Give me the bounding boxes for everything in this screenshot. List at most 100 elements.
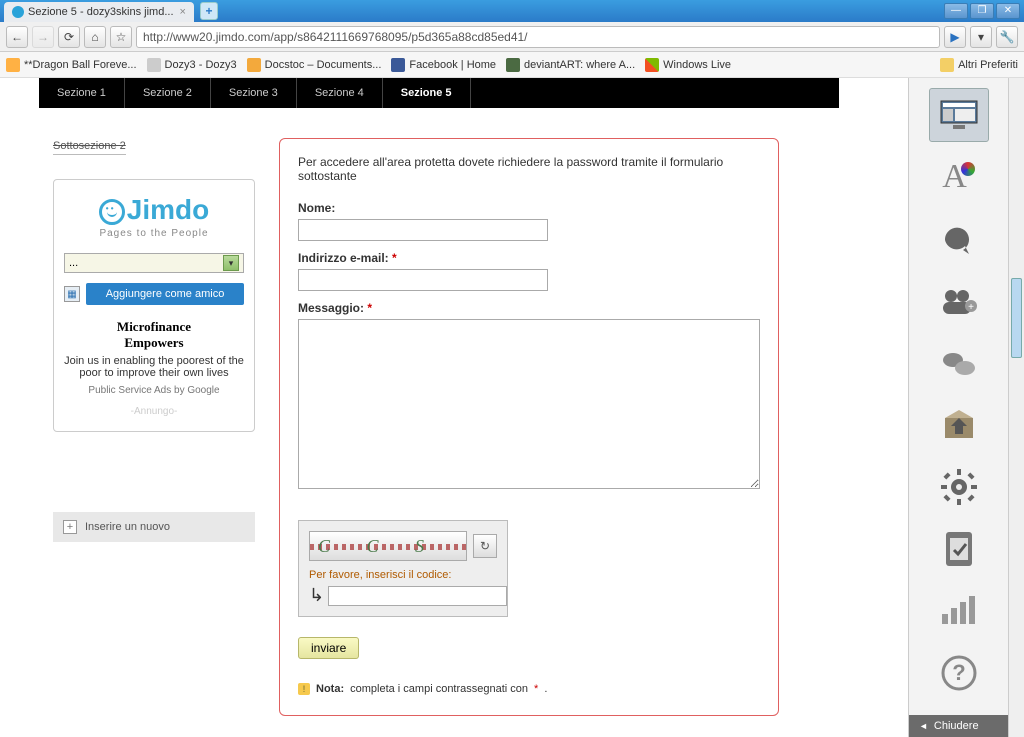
- tab-close-icon[interactable]: ×: [180, 6, 186, 18]
- form-intro: Per accedere all'area protetta dovete ri…: [298, 155, 760, 183]
- submit-button[interactable]: inviare: [298, 637, 359, 659]
- bookmark-icon: [506, 58, 520, 72]
- bookmark-item[interactable]: **Dragon Ball Foreve...: [6, 58, 137, 72]
- tool-seo[interactable]: [929, 522, 989, 576]
- tool-help[interactable]: ?: [929, 646, 989, 700]
- page-menu-button[interactable]: ▾: [970, 26, 992, 48]
- add-friend-button[interactable]: Aggiungere come amico: [86, 283, 244, 305]
- name-input[interactable]: [298, 219, 548, 241]
- captcha-box: C C S W ↻ Per favore, inserisci il codic…: [298, 520, 508, 617]
- name-label: Nome:: [298, 201, 760, 215]
- bookmark-icon: [247, 58, 261, 72]
- bookmark-item[interactable]: Dozy3 - Dozy3: [147, 58, 237, 72]
- home-button[interactable]: ⌂: [84, 26, 106, 48]
- note-strong: Nota:: [316, 683, 344, 695]
- captcha-letters: C C S W: [318, 536, 466, 561]
- bookmark-item[interactable]: deviantART: where A...: [506, 58, 635, 72]
- required-star: *: [367, 301, 372, 315]
- sidebar-ad: Microfinance Empowers Join us in enablin…: [64, 319, 244, 417]
- bookmark-icon: [391, 58, 405, 72]
- main-nav: Sezione 1 Sezione 2 Sezione 3 Sezione 4 …: [39, 78, 839, 108]
- ad-body: Join us in enabling the poorest of the p…: [64, 355, 244, 379]
- bookmark-icon: [645, 58, 659, 72]
- tools-button[interactable]: 🔧: [996, 26, 1018, 48]
- window-maximize-button[interactable]: ❐: [970, 3, 994, 19]
- ad-title-2: Empowers: [64, 335, 244, 351]
- scrollbar-thumb[interactable]: [1011, 278, 1022, 358]
- plus-icon: +: [63, 520, 77, 534]
- jimdo-widget: Jimdo Pages to the People ... ▾ ▦ Aggiun…: [53, 179, 255, 432]
- captcha-input[interactable]: [328, 586, 507, 606]
- tool-friends[interactable]: +: [929, 274, 989, 328]
- warning-icon: !: [298, 683, 310, 695]
- other-favorites[interactable]: Altri Preferiti: [940, 58, 1018, 72]
- form-note: ! Nota: completa i campi contrassegnati …: [298, 683, 760, 695]
- bookmark-star-icon[interactable]: ☆: [110, 26, 132, 48]
- contact-form: Per accedere all'area protetta dovete ri…: [279, 138, 779, 716]
- note-text: completa i campi contrassegnati con: [350, 683, 528, 695]
- nav-item-sezione-2[interactable]: Sezione 2: [125, 78, 211, 108]
- admin-panel: A + ? Chiudere: [908, 78, 1008, 737]
- tool-blog[interactable]: [929, 212, 989, 266]
- window-minimize-button[interactable]: —: [944, 3, 968, 19]
- new-tab-button[interactable]: +: [200, 2, 218, 20]
- captcha-image: C C S W: [309, 531, 467, 561]
- insert-new-label: Inserire un nuovo: [85, 521, 170, 533]
- nav-item-sezione-5[interactable]: Sezione 5: [383, 78, 471, 108]
- tool-settings[interactable]: [929, 460, 989, 514]
- email-input[interactable]: [298, 269, 548, 291]
- bookmark-icon: [6, 58, 20, 72]
- sub-section-link[interactable]: Sottosezione 2: [53, 140, 126, 155]
- required-star: *: [392, 251, 397, 265]
- friend-checkbox[interactable]: ▦: [64, 286, 80, 302]
- insert-new-button[interactable]: + Inserire un nuovo: [53, 512, 255, 542]
- tool-style[interactable]: A: [929, 150, 989, 204]
- tab-title: Sezione 5 - dozy3skins jimd...: [28, 6, 174, 18]
- reload-button[interactable]: ⟳: [58, 26, 80, 48]
- message-label: Messaggio: *: [298, 301, 760, 315]
- browser-title-bar: Sezione 5 - dozy3skins jimd... × + — ❐ ✕: [0, 0, 1024, 22]
- svg-text:+: +: [968, 302, 974, 313]
- bookmark-item[interactable]: Facebook | Home: [391, 58, 496, 72]
- message-textarea[interactable]: [298, 319, 760, 489]
- email-label: Indirizzo e-mail: *: [298, 251, 760, 265]
- select-value: ...: [69, 257, 78, 269]
- play-button[interactable]: ▶: [944, 26, 966, 48]
- ad-ann: -Annungo-: [64, 406, 244, 417]
- nav-item-sezione-3[interactable]: Sezione 3: [211, 78, 297, 108]
- sidebar: Sottosezione 2 Jimdo Pages to the People…: [39, 138, 269, 716]
- jimdo-logo: Jimdo: [64, 194, 244, 226]
- bookmark-item[interactable]: Windows Live: [645, 58, 731, 72]
- folder-icon: [940, 58, 954, 72]
- nav-item-sezione-4[interactable]: Sezione 4: [297, 78, 383, 108]
- jimdo-tagline: Pages to the People: [64, 228, 244, 239]
- vertical-scrollbar[interactable]: [1008, 78, 1024, 737]
- nav-item-sezione-1[interactable]: Sezione 1: [39, 78, 125, 108]
- forward-button[interactable]: →: [32, 26, 54, 48]
- url-text: http://www20.jimdo.com/app/s864211166976…: [143, 30, 528, 44]
- page-content: Sezione 1 Sezione 2 Sezione 3 Sezione 4 …: [0, 78, 908, 737]
- window-close-button[interactable]: ✕: [996, 3, 1020, 19]
- smile-icon: [99, 199, 125, 225]
- tool-stats[interactable]: [929, 584, 989, 638]
- bookmarks-bar: **Dragon Ball Foreve... Dozy3 - Dozy3 Do…: [0, 52, 1024, 78]
- back-button[interactable]: ←: [6, 26, 28, 48]
- browser-tab[interactable]: Sezione 5 - dozy3skins jimd... ×: [4, 2, 194, 22]
- tool-layout[interactable]: [929, 88, 989, 142]
- panel-close-button[interactable]: Chiudere: [909, 715, 1008, 737]
- chevron-down-icon: ▾: [223, 255, 239, 271]
- ad-title-1: Microfinance: [64, 319, 244, 335]
- tool-messages[interactable]: [929, 336, 989, 390]
- url-bar[interactable]: http://www20.jimdo.com/app/s864211166976…: [136, 26, 940, 48]
- ad-foot: Public Service Ads by Google: [64, 385, 244, 396]
- captcha-label: Per favore, inserisci il codice:: [309, 569, 497, 581]
- note-star: *: [534, 683, 538, 695]
- main-area: Per accedere all'area protetta dovete ri…: [269, 138, 869, 716]
- captcha-refresh-button[interactable]: ↻: [473, 534, 497, 558]
- tool-upgrade[interactable]: [929, 398, 989, 452]
- svg-text:?: ?: [952, 660, 965, 685]
- jimdo-select[interactable]: ... ▾: [64, 253, 244, 273]
- tab-favicon: [12, 6, 24, 18]
- bookmark-item[interactable]: Docstoc – Documents...: [247, 58, 382, 72]
- browser-toolbar: ← → ⟳ ⌂ ☆ http://www20.jimdo.com/app/s86…: [0, 22, 1024, 52]
